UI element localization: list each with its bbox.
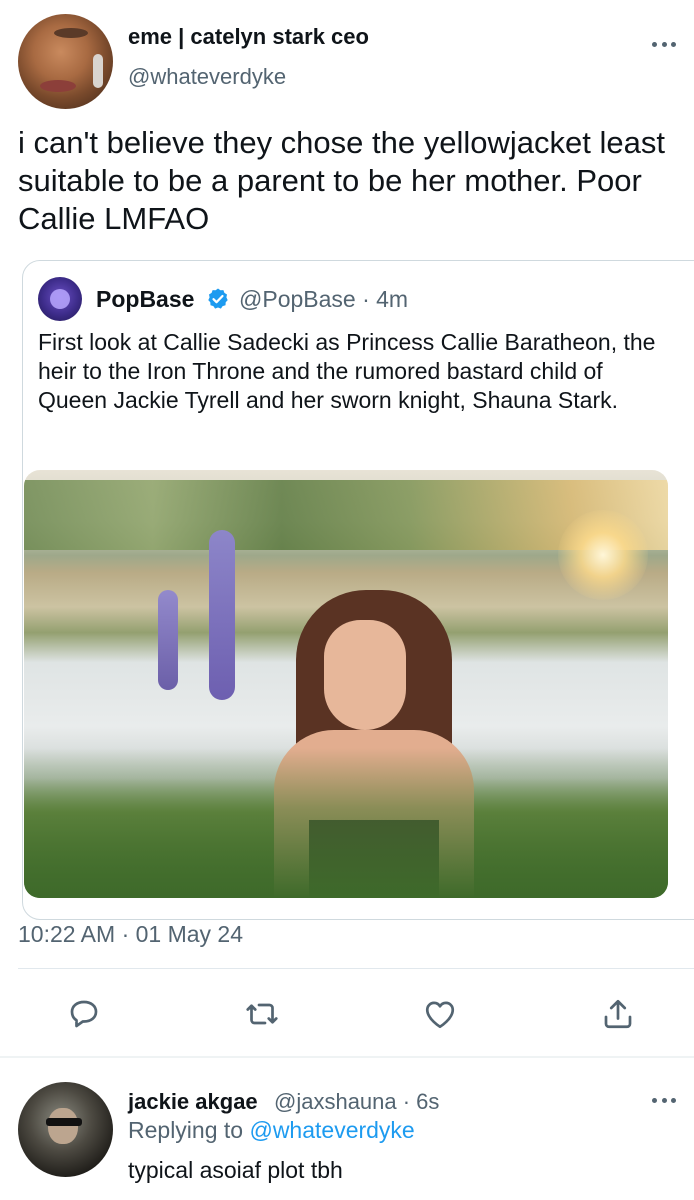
author-handle[interactable]: @whateverdyke	[128, 64, 286, 90]
replying-to-line: Replying to @whateverdyke	[128, 1117, 415, 1144]
quoted-tweet-photo[interactable]	[24, 470, 668, 898]
reply-author-avatar[interactable]	[18, 1082, 113, 1177]
share-button[interactable]	[598, 994, 638, 1034]
more-options-icon[interactable]	[652, 40, 676, 48]
photo-face	[324, 620, 406, 730]
verified-badge-icon	[208, 288, 228, 309]
avatar-earring	[93, 54, 103, 88]
photo-sun	[558, 510, 648, 600]
author-display-name[interactable]: eme | catelyn stark ceo	[128, 24, 369, 50]
avatar-lips	[40, 80, 76, 92]
quoted-author-name[interactable]: PopBase	[96, 286, 194, 313]
reply-more-options-icon[interactable]	[652, 1096, 676, 1104]
replying-to-mention-link[interactable]: @whateverdyke	[249, 1117, 414, 1143]
avatar-face	[48, 1108, 78, 1144]
reply-icon	[70, 1000, 98, 1028]
replying-to-label: Replying to	[128, 1117, 244, 1143]
retweet-button[interactable]	[242, 994, 282, 1034]
popbase-logo-icon	[50, 289, 70, 309]
tweet-timestamp[interactable]: 10:22 AM · 01 May 24	[18, 921, 243, 948]
reply-text: typical asoiaf plot tbh	[128, 1157, 343, 1183]
quoted-tweet-text: First look at Callie Sadecki as Princess…	[38, 329, 656, 413]
like-icon	[425, 1001, 455, 1029]
avatar-eye	[54, 28, 88, 38]
divider	[0, 1056, 694, 1058]
quoted-author-handle: @PopBase · 4m	[239, 286, 409, 312]
divider	[18, 968, 694, 969]
reply-author-name[interactable]: jackie akgae	[128, 1089, 258, 1115]
quoted-author-avatar[interactable]	[38, 277, 82, 321]
like-button[interactable]	[420, 994, 460, 1034]
retweet-icon	[246, 1003, 278, 1025]
avatar-glasses	[46, 1118, 82, 1126]
tweet-text: i can't believe they chose the yellowjac…	[18, 125, 665, 236]
photo-lupine-flower	[209, 530, 235, 700]
share-icon	[604, 999, 632, 1029]
photo-grass	[24, 748, 668, 898]
photo-lupine-flower	[158, 590, 178, 690]
reply-button[interactable]	[64, 994, 104, 1034]
reply-author-handle[interactable]: @jaxshauna · 6s	[274, 1089, 439, 1115]
author-avatar[interactable]	[18, 14, 113, 109]
